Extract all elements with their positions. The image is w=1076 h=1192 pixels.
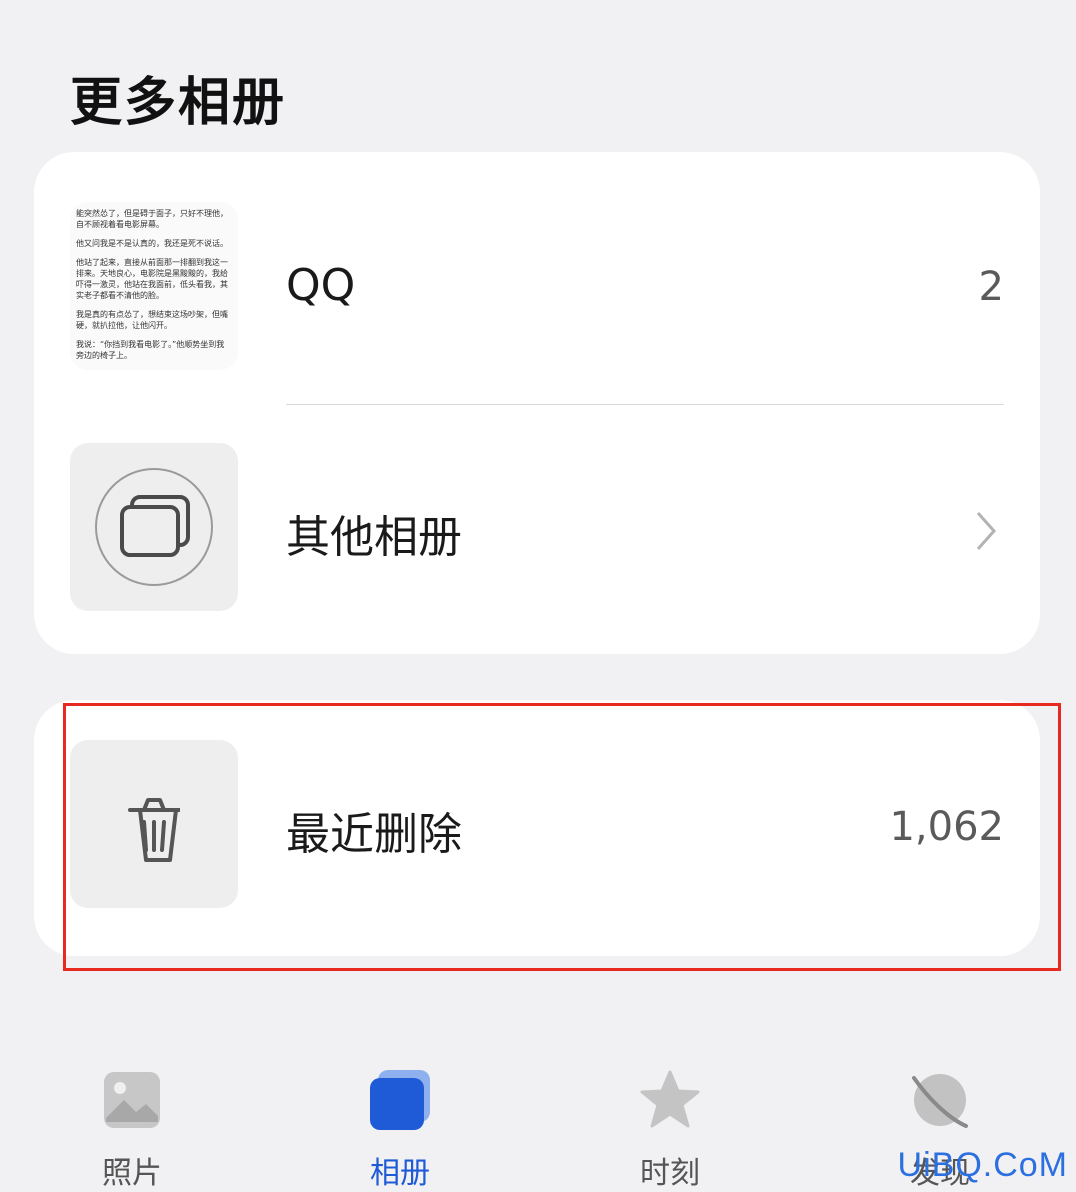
thumbnail-text-line: 他又问我是不是认真的，我还是死不说话。 — [76, 239, 228, 248]
photo-icon — [104, 1072, 160, 1128]
planet-icon — [912, 1074, 968, 1128]
tab-label-moments: 时刻 — [640, 1156, 700, 1191]
album-label-qq: QQ — [286, 260, 356, 311]
album-thumbnail-qq: 能突然怂了，但是碍于面子，只好不理他，自不顾视着看电影屏幕。 他又问我是不是认真… — [70, 202, 238, 370]
watermark: UiBQ.CoM — [897, 1146, 1068, 1184]
albums-card: 能突然怂了，但是碍于面子，只好不理他，自不顾视着看电影屏幕。 他又问我是不是认真… — [34, 152, 1040, 654]
album-thumbnail-other — [70, 443, 238, 611]
chevron-right-icon — [976, 512, 997, 550]
thumbnail-text-line: 我说：“你挡到我看电影了。”他顺势坐到我旁边的椅子上。 — [76, 340, 225, 360]
tab-photos[interactable]: 照片 — [32, 1040, 232, 1191]
thumbnail-text-line: 我是真的有点怂了，想结束这场吵架，但嘴硬，就扒拉他，让他闪开。 — [76, 310, 228, 330]
thumbnail-text-line: 能突然怂了，但是碍于面子，只好不理他，自不顾视着看电影屏幕。 — [76, 209, 228, 229]
thumbnail-text-line: 他站了起来，直接从前面那一排翻到我这一排来。天地良心，电影院是黑黢黢的，我给吓得… — [76, 258, 228, 300]
album-row-qq[interactable]: 能突然怂了，但是碍于面子，只好不理他，自不顾视着看电影屏幕。 他又问我是不是认真… — [34, 152, 1040, 404]
highlight-box — [63, 703, 1061, 971]
star-icon — [640, 1070, 700, 1128]
tab-albums[interactable]: 相册 — [300, 1040, 500, 1191]
album-count-qq: 2 — [978, 264, 1004, 310]
tab-label-albums: 相册 — [370, 1156, 430, 1191]
album-icon — [370, 1070, 430, 1130]
tab-moments[interactable]: 时刻 — [570, 1040, 770, 1191]
album-label-other: 其他相册 — [286, 512, 462, 563]
tab-label-photos: 照片 — [102, 1156, 162, 1191]
stacked-albums-icon — [95, 468, 213, 586]
album-row-other[interactable]: 其他相册 — [34, 405, 1040, 654]
page-title: 更多相册 — [70, 73, 287, 133]
